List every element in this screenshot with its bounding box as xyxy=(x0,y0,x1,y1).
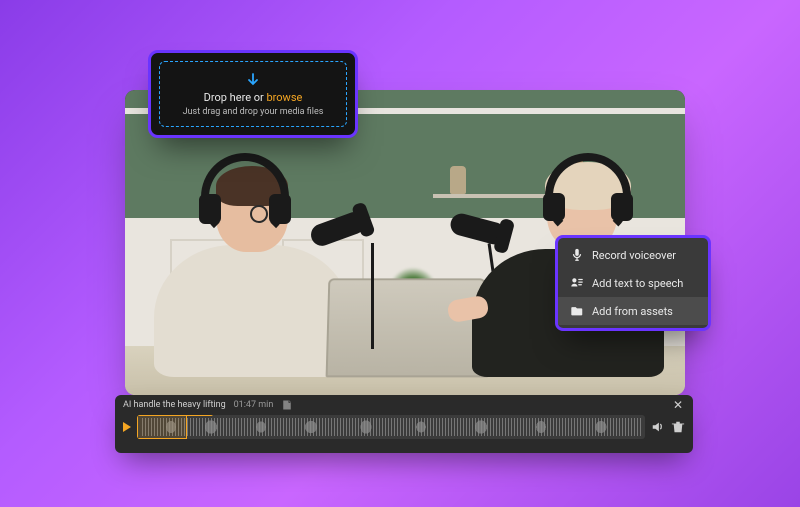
dropzone-inner[interactable]: Drop here or browse Just drag and drop y… xyxy=(159,61,347,127)
selection-range[interactable]: 00:00.0 01:47.0 01:47.0 xyxy=(137,415,187,439)
marker-below[interactable]: 01:47.0 xyxy=(138,438,173,439)
dropzone-subtext: Just drag and drop your media files xyxy=(183,107,324,117)
dropzone-text: Drop here or browse xyxy=(204,91,303,104)
marker-end[interactable]: 01:47.0 xyxy=(178,415,213,416)
timeline-body: 00:00.0 01:47.0 01:47.0 xyxy=(115,413,693,441)
audio-timeline-panel: AI handle the heavy lifting 01:47 min ✕ … xyxy=(115,395,693,453)
menu-item-label: Add text to speech xyxy=(592,277,683,290)
marker-start[interactable]: 00:00.0 xyxy=(138,415,173,416)
add-audio-menu: Record voiceover Add text to speech Add … xyxy=(555,235,711,331)
mic-stand-left xyxy=(371,243,374,350)
waveform xyxy=(141,418,641,436)
mic-icon xyxy=(570,248,584,262)
menu-item-record-voiceover[interactable]: Record voiceover xyxy=(558,241,708,269)
dropzone-text-pre: Drop here or xyxy=(204,91,267,104)
tts-icon xyxy=(570,276,584,290)
clip-title: AI handle the heavy lifting xyxy=(123,400,226,410)
close-icon[interactable]: ✕ xyxy=(671,398,685,412)
waveform-track[interactable]: 00:00.0 01:47.0 01:47.0 xyxy=(137,415,645,439)
volume-icon[interactable] xyxy=(651,420,665,434)
timeline-header: AI handle the heavy lifting 01:47 min ✕ xyxy=(115,395,693,413)
trash-icon[interactable] xyxy=(671,420,685,434)
browse-link[interactable]: browse xyxy=(266,91,302,104)
menu-item-label: Add from assets xyxy=(592,305,673,318)
menu-item-add-from-assets[interactable]: Add from assets xyxy=(558,297,708,325)
note-icon[interactable] xyxy=(281,399,293,411)
folder-icon xyxy=(570,304,584,318)
play-button[interactable] xyxy=(123,422,131,432)
clip-duration: 01:47 min xyxy=(234,400,274,410)
menu-item-text-to-speech[interactable]: Add text to speech xyxy=(558,269,708,297)
download-arrow-icon xyxy=(245,72,261,88)
menu-item-label: Record voiceover xyxy=(592,249,676,262)
upload-dropzone[interactable]: Drop here or browse Just drag and drop y… xyxy=(148,50,358,138)
